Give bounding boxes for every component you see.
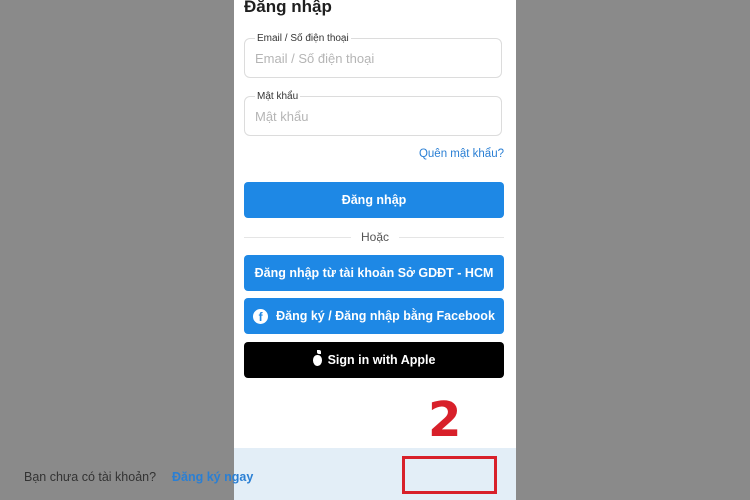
apple-icon [312,349,322,366]
highlight-box [402,456,497,494]
email-label: Email / Số điện thoại [255,33,351,44]
forgot-password-link[interactable]: Quên mật khẩu? [419,148,504,160]
step-number: 2 [428,392,462,448]
password-field[interactable]: Mật khẩu [244,91,502,136]
facebook-icon: f [253,308,269,324]
or-separator: Hoặc [234,230,516,244]
facebook-login-button[interactable]: f Đăng ký / Đăng nhập bằng Facebook [244,298,504,334]
sgddt-login-label: Đăng nhập từ tài khoản Sở GDĐT - HCM [254,266,494,280]
no-account-text: Bạn chưa có tài khoản? [24,470,157,484]
sgddt-login-button[interactable]: Đăng nhập từ tài khoản Sở GDĐT - HCM [244,255,504,291]
email-input[interactable] [255,51,493,66]
password-input[interactable] [255,109,493,124]
password-label: Mật khẩu [255,91,301,102]
register-now-link[interactable]: Đăng ký ngay [172,470,253,484]
login-screen: Đăng nhập Email / Số điện thoại Mật khẩu… [234,0,516,500]
or-label: Hoặc [350,230,399,244]
login-button[interactable]: Đăng nhập [244,182,504,218]
facebook-login-label: Đăng ký / Đăng nhập bằng Facebook [276,309,495,323]
apple-signin-button[interactable]: Sign in with Apple [244,342,504,378]
login-button-label: Đăng nhập [341,193,407,207]
email-field[interactable]: Email / Số điện thoại [244,33,502,78]
page-title: Đăng nhập [244,0,332,16]
apple-signin-label: Sign in with Apple [327,353,436,367]
